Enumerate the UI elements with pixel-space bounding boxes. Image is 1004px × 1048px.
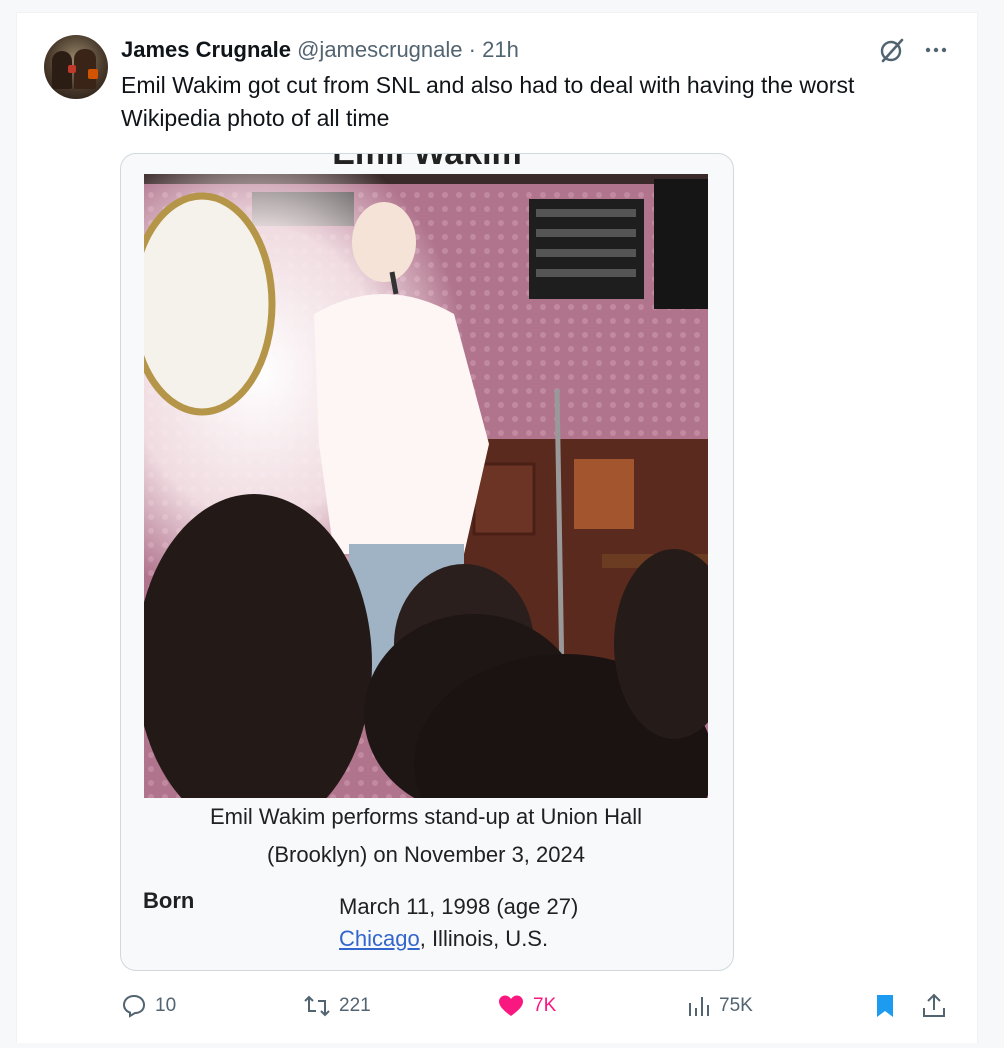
wiki-page-title-cropped: Emil Wakim: [332, 153, 522, 172]
caption-line-2: (Brooklyn) on November 3, 2024: [267, 842, 585, 867]
tweet-card[interactable]: James Crugnale @jamescrugnale · 21h Emil…: [16, 12, 978, 1043]
chicago-link[interactable]: Chicago: [339, 926, 420, 951]
author-avatar[interactable]: [44, 35, 108, 99]
tweet-media[interactable]: Emil Wakim Emil Wakim performs stand-up …: [120, 153, 734, 971]
reply-button[interactable]: 10: [121, 991, 176, 1021]
author-handle[interactable]: @jamescrugnale: [297, 37, 462, 62]
share-button[interactable]: [921, 991, 947, 1021]
born-place-rest: , Illinois, U.S.: [419, 926, 549, 951]
heart-icon: [497, 993, 525, 1019]
tweet-timestamp[interactable]: 21h: [482, 37, 519, 62]
born-place: Chicago, Illinois, U.S.: [339, 926, 548, 952]
wiki-infobox-photo: [144, 174, 708, 798]
tweet-header: James Crugnale @jamescrugnale · 21h: [121, 37, 519, 63]
repost-button[interactable]: 221: [303, 991, 371, 1021]
caption-line-1: Emil Wakim performs stand-up at Union Ha…: [210, 804, 642, 829]
stage-photo-drawing: [144, 174, 708, 798]
views-count: 75K: [719, 995, 753, 1016]
more-icon[interactable]: [921, 35, 951, 65]
photo-caption: Emil Wakim performs stand-up at Union Ha…: [141, 798, 711, 874]
header-separator: ·: [468, 37, 476, 62]
like-count: 7K: [533, 995, 557, 1016]
author-name[interactable]: James Crugnale: [121, 37, 291, 62]
views-icon: [687, 993, 711, 1019]
grok-icon[interactable]: [877, 35, 907, 65]
reply-count: 10: [155, 995, 177, 1016]
repost-icon: [303, 993, 331, 1019]
share-icon: [921, 992, 947, 1020]
tweet-text: Emil Wakim got cut from SNL and also had…: [121, 72, 855, 131]
reply-icon: [121, 993, 147, 1019]
born-date: March 11, 1998 (age 27): [339, 894, 579, 919]
tweet-actions: 10 221 7K 75K: [17, 985, 977, 1025]
views-button[interactable]: 75K: [687, 991, 753, 1021]
born-label: Born: [143, 888, 195, 913]
bookmark-button[interactable]: [873, 991, 897, 1021]
like-button[interactable]: 7K: [497, 991, 556, 1021]
bookmark-icon: [873, 992, 897, 1020]
repost-count: 221: [339, 995, 371, 1016]
